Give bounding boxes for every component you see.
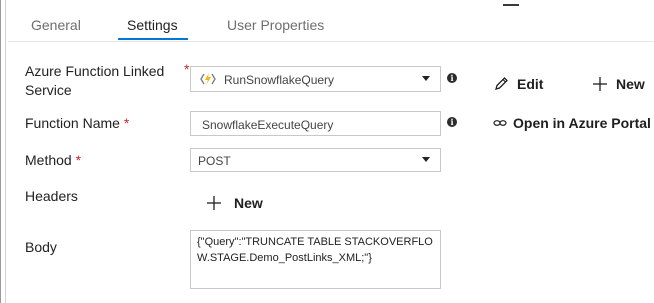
link-icon xyxy=(493,120,507,126)
function-name-value: SnowflakeExecuteQuery xyxy=(202,118,334,132)
linked-service-label: Azure Function Linked Service xyxy=(25,62,175,100)
chevron-down-icon xyxy=(422,76,430,81)
new-linked-service-button[interactable]: New xyxy=(592,76,645,92)
tab-settings[interactable]: Settings xyxy=(127,17,178,33)
headers-label: Headers xyxy=(25,187,78,206)
tab-divider xyxy=(8,41,654,42)
left-border xyxy=(0,0,6,303)
add-header-label: New xyxy=(234,195,263,211)
tab-general[interactable]: General xyxy=(31,17,81,33)
tab-bar: General Settings User Properties xyxy=(0,0,654,42)
linked-service-value: RunSnowflakeQuery xyxy=(224,73,335,87)
method-label: Method * xyxy=(25,151,81,170)
linked-service-select[interactable]: RunSnowflakeQuery xyxy=(190,66,441,92)
body-label: Body xyxy=(25,238,57,257)
edit-button[interactable]: Edit xyxy=(493,76,543,92)
edit-button-label: Edit xyxy=(517,76,544,92)
active-tab-indicator xyxy=(118,38,188,40)
body-label-text: Body xyxy=(25,239,57,255)
plus-icon xyxy=(593,77,607,91)
plus-icon xyxy=(207,196,221,210)
linked-service-label-text: Azure Function Linked Service xyxy=(25,63,165,98)
function-name-label-text: Function Name xyxy=(25,115,120,131)
info-icon[interactable]: i xyxy=(447,73,457,83)
method-value: POST xyxy=(198,154,231,168)
headers-label-text: Headers xyxy=(25,188,78,204)
tab-user-properties[interactable]: User Properties xyxy=(227,17,324,33)
method-required-mark: * xyxy=(75,152,82,168)
info-icon[interactable]: i xyxy=(447,117,457,127)
pencil-icon xyxy=(495,77,508,90)
open-in-azure-portal-label: Open in Azure Portal xyxy=(513,115,651,131)
add-header-button[interactable]: New xyxy=(206,195,263,211)
open-in-azure-portal-link[interactable]: Open in Azure Portal xyxy=(493,115,651,131)
method-label-text: Method xyxy=(25,152,72,168)
function-name-input[interactable]: SnowflakeExecuteQuery xyxy=(190,111,441,136)
azure-function-icon xyxy=(200,72,216,89)
function-name-required-mark: * xyxy=(123,115,130,131)
chevron-down-icon xyxy=(422,157,430,162)
body-textarea[interactable]: {"Query":"TRUNCATE TABLE STACKOVERFLOW.S… xyxy=(190,230,441,289)
function-name-label: Function Name * xyxy=(25,114,129,133)
method-select[interactable]: POST xyxy=(190,148,441,172)
new-button-label: New xyxy=(616,76,645,92)
linked-service-required-mark: * xyxy=(184,61,190,77)
